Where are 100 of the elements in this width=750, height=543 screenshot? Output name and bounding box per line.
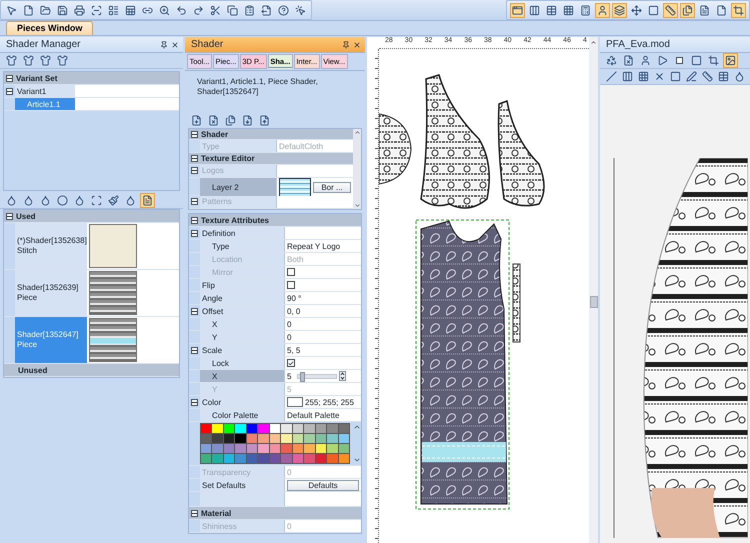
scroll-down-icon[interactable]: [352, 456, 360, 464]
select-icon[interactable]: [89, 193, 104, 208]
tree-item[interactable]: Variant1: [15, 85, 75, 97]
palette-color[interactable]: [281, 424, 292, 433]
collapse-icon[interactable]: [191, 155, 198, 162]
palette-color[interactable]: [235, 424, 246, 433]
scrollbar[interactable]: [589, 37, 598, 543]
palette-color[interactable]: [316, 444, 326, 453]
brush-icon[interactable]: [106, 193, 121, 208]
checkbox[interactable]: [287, 281, 295, 289]
palette-color[interactable]: [316, 454, 326, 463]
palette-color[interactable]: [292, 424, 304, 433]
close-icon[interactable]: [353, 40, 361, 48]
palette-color[interactable]: [258, 424, 269, 433]
table-icon[interactable]: [716, 69, 730, 84]
collapse-icon[interactable]: [191, 130, 198, 138]
palette-color[interactable]: [258, 434, 269, 443]
page-icon[interactable]: [140, 193, 155, 208]
collapse-icon[interactable]: [6, 74, 13, 82]
property-label[interactable]: Lock: [200, 357, 285, 369]
property-label[interactable]: X: [200, 370, 285, 382]
palette-color[interactable]: [224, 444, 234, 453]
crop-icon[interactable]: [706, 53, 721, 68]
property-label[interactable]: Color Palette: [200, 409, 285, 421]
palette-color[interactable]: [246, 444, 258, 453]
palette-color[interactable]: [201, 424, 212, 433]
scroll-up-icon[interactable]: [354, 129, 360, 136]
palette-color[interactable]: [224, 454, 234, 463]
palette-color[interactable]: [338, 424, 349, 433]
window-icon[interactable]: [510, 2, 525, 18]
close-icon[interactable]: [171, 40, 179, 48]
grid-icon[interactable]: [636, 69, 650, 84]
collapse-icon[interactable]: [6, 212, 13, 220]
print-icon[interactable]: [72, 2, 87, 18]
frame-icon[interactable]: [689, 53, 704, 68]
columns-icon[interactable]: [620, 69, 634, 84]
property-value[interactable]: 5, 5: [285, 344, 361, 356]
palette-color[interactable]: [327, 434, 338, 443]
palette-color[interactable]: [270, 444, 280, 453]
palette-color[interactable]: [281, 434, 292, 443]
property-label[interactable]: Flip: [200, 279, 285, 291]
palette-color[interactable]: [316, 434, 326, 443]
palette-color[interactable]: [304, 424, 315, 433]
property-value[interactable]: Default Palette: [285, 409, 361, 421]
pages-icon[interactable]: [680, 2, 695, 18]
help-icon[interactable]: [276, 2, 291, 18]
property-value[interactable]: Repeat Y Logo: [285, 240, 361, 252]
palette-color[interactable]: [316, 424, 326, 433]
spin-icon[interactable]: [339, 371, 346, 381]
property-value[interactable]: 0: [285, 331, 361, 343]
defaults-button[interactable]: Defaults: [287, 480, 359, 490]
palette-color[interactable]: [224, 434, 234, 443]
palette-color[interactable]: [327, 424, 338, 433]
palette-color[interactable]: [281, 454, 292, 463]
palette-color[interactable]: [235, 454, 246, 463]
shirt-icon[interactable]: [55, 53, 70, 68]
palette-color[interactable]: [327, 454, 338, 463]
slider-thumb[interactable]: [300, 372, 306, 382]
palette-color[interactable]: [292, 434, 304, 443]
palette-color[interactable]: [270, 454, 280, 463]
property-label[interactable]: Set Defaults: [200, 479, 285, 491]
property-value[interactable]: 0, 0: [285, 305, 361, 317]
scroll-down-icon[interactable]: [354, 202, 360, 209]
palette-color[interactable]: [270, 424, 280, 433]
scrollbar-thumb[interactable]: [590, 296, 598, 308]
palette-color[interactable]: [304, 434, 315, 443]
shirt-icon[interactable]: [4, 53, 19, 68]
palette-color[interactable]: [327, 444, 338, 453]
palette-color[interactable]: [292, 444, 304, 453]
pin-icon[interactable]: [342, 40, 350, 48]
pin-icon[interactable]: [160, 40, 168, 48]
property-value[interactable]: 0: [285, 318, 361, 330]
image-icon[interactable]: [723, 53, 738, 68]
palette-color[interactable]: [304, 444, 315, 453]
palette-color[interactable]: [212, 454, 223, 463]
palette-color[interactable]: [201, 444, 212, 453]
palette-color[interactable]: [338, 434, 349, 443]
palette-color[interactable]: [304, 454, 315, 463]
palette-color[interactable]: [235, 444, 246, 453]
palette-color[interactable]: [338, 444, 349, 453]
palette-color[interactable]: [258, 454, 269, 463]
palette-color[interactable]: [292, 454, 304, 463]
copy-icon[interactable]: [225, 2, 240, 18]
3d-viewport[interactable]: [600, 85, 750, 543]
property-label[interactable]: Definition: [200, 227, 285, 239]
palette-color[interactable]: [201, 454, 212, 463]
color-palette[interactable]: [200, 423, 350, 464]
document-tab[interactable]: Pieces Window: [6, 21, 94, 35]
move-icon[interactable]: [629, 2, 644, 18]
help-pointer-icon[interactable]: [293, 2, 308, 18]
property-label[interactable]: Angle: [200, 292, 285, 304]
collapse-icon[interactable]: [6, 88, 13, 94]
palette-color[interactable]: [212, 444, 223, 453]
square-icon[interactable]: [668, 69, 682, 84]
collapse-icon[interactable]: [191, 346, 198, 354]
shader-list-item[interactable]: Shader[1352639] Piece: [15, 270, 87, 316]
palette-color[interactable]: [201, 434, 212, 443]
palette-color[interactable]: [224, 424, 234, 433]
pen-icon[interactable]: [684, 69, 698, 84]
palette-color[interactable]: [212, 434, 223, 443]
